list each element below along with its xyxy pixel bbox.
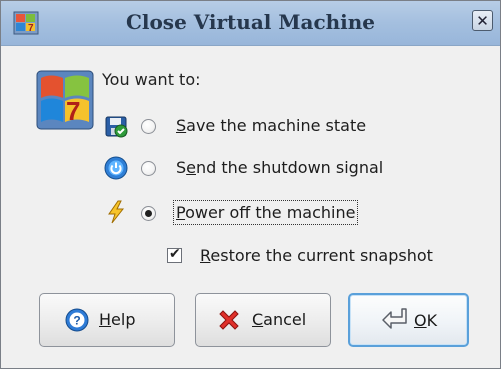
shutdown-signal-radio[interactable] [141,161,156,176]
save-state-label[interactable]: Save the machine state [176,116,366,135]
help-icon: ? [65,308,89,332]
restore-snapshot-label[interactable]: Restore the current snapshot [200,246,433,265]
vm-os-logo-icon: 7 [36,70,94,130]
lightning-icon [108,200,125,224]
svg-text:?: ? [73,314,80,328]
title-bar[interactable]: 7 Close Virtual Machine ✕ [1,1,500,46]
save-state-icon [105,116,128,138]
help-button-label: Help [99,310,136,329]
ok-button-label: OK [414,311,438,330]
power-off-radio[interactable] [141,206,156,221]
cancel-button[interactable]: Cancel [195,293,331,347]
cancel-button-label: Cancel [252,310,307,329]
svg-text:7: 7 [66,96,80,126]
enter-arrow-icon [382,308,407,329]
save-state-radio[interactable] [141,119,156,134]
restore-snapshot-checkbox[interactable] [167,246,182,263]
power-off-label[interactable]: Power off the machine [172,200,359,225]
close-vm-dialog: 7 Close Virtual Machine ✕ 7 You want to:… [0,0,501,369]
ok-button[interactable]: OK [348,293,469,347]
help-button[interactable]: ? Help [39,293,175,347]
prompt-label: You want to: [102,70,201,89]
power-button-icon [104,156,128,180]
cancel-x-icon [219,310,239,330]
window-title: Close Virtual Machine [125,10,376,34]
close-icon[interactable]: ✕ [472,10,493,31]
shutdown-signal-label[interactable]: Send the shutdown signal [176,158,383,177]
